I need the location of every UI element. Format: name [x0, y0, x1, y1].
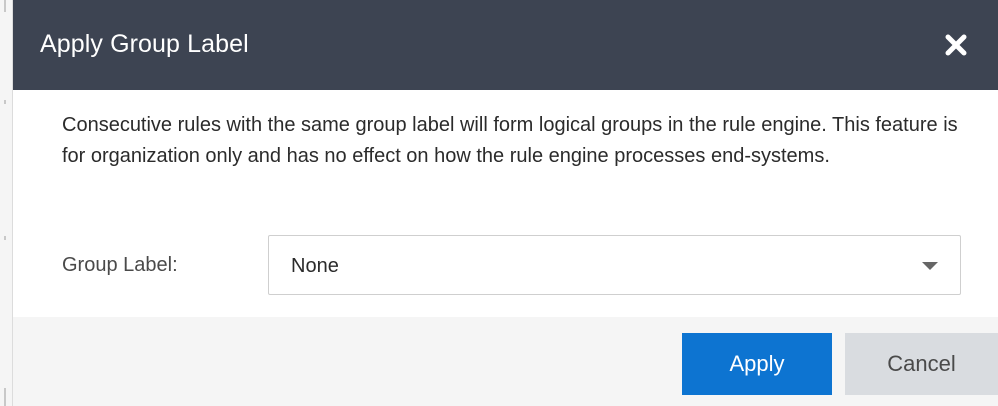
group-label-selected-value: None	[291, 255, 339, 277]
dialog-body: Consecutive rules with the same group la…	[13, 90, 998, 317]
group-label-select[interactable]: None	[268, 235, 961, 295]
background-divider	[4, 0, 6, 12]
apply-button[interactable]: Apply	[682, 333, 832, 395]
caret-down-icon	[922, 262, 938, 270]
dialog-title: Apply Group Label	[40, 30, 249, 58]
close-button[interactable]	[943, 32, 969, 58]
close-icon	[945, 34, 967, 56]
background-divider	[4, 388, 6, 406]
apply-group-label-dialog: Apply Group Label Consecutive rules with…	[13, 0, 998, 406]
dialog-footer: Apply Cancel	[13, 317, 998, 406]
group-label-field-label: Group Label:	[62, 254, 178, 276]
background-app-edge	[0, 0, 13, 406]
dialog-header: Apply Group Label	[13, 0, 998, 90]
dialog-description: Consecutive rules with the same group la…	[62, 114, 958, 167]
background-divider	[4, 236, 6, 240]
background-divider	[4, 100, 6, 104]
cancel-button[interactable]: Cancel	[845, 333, 998, 395]
